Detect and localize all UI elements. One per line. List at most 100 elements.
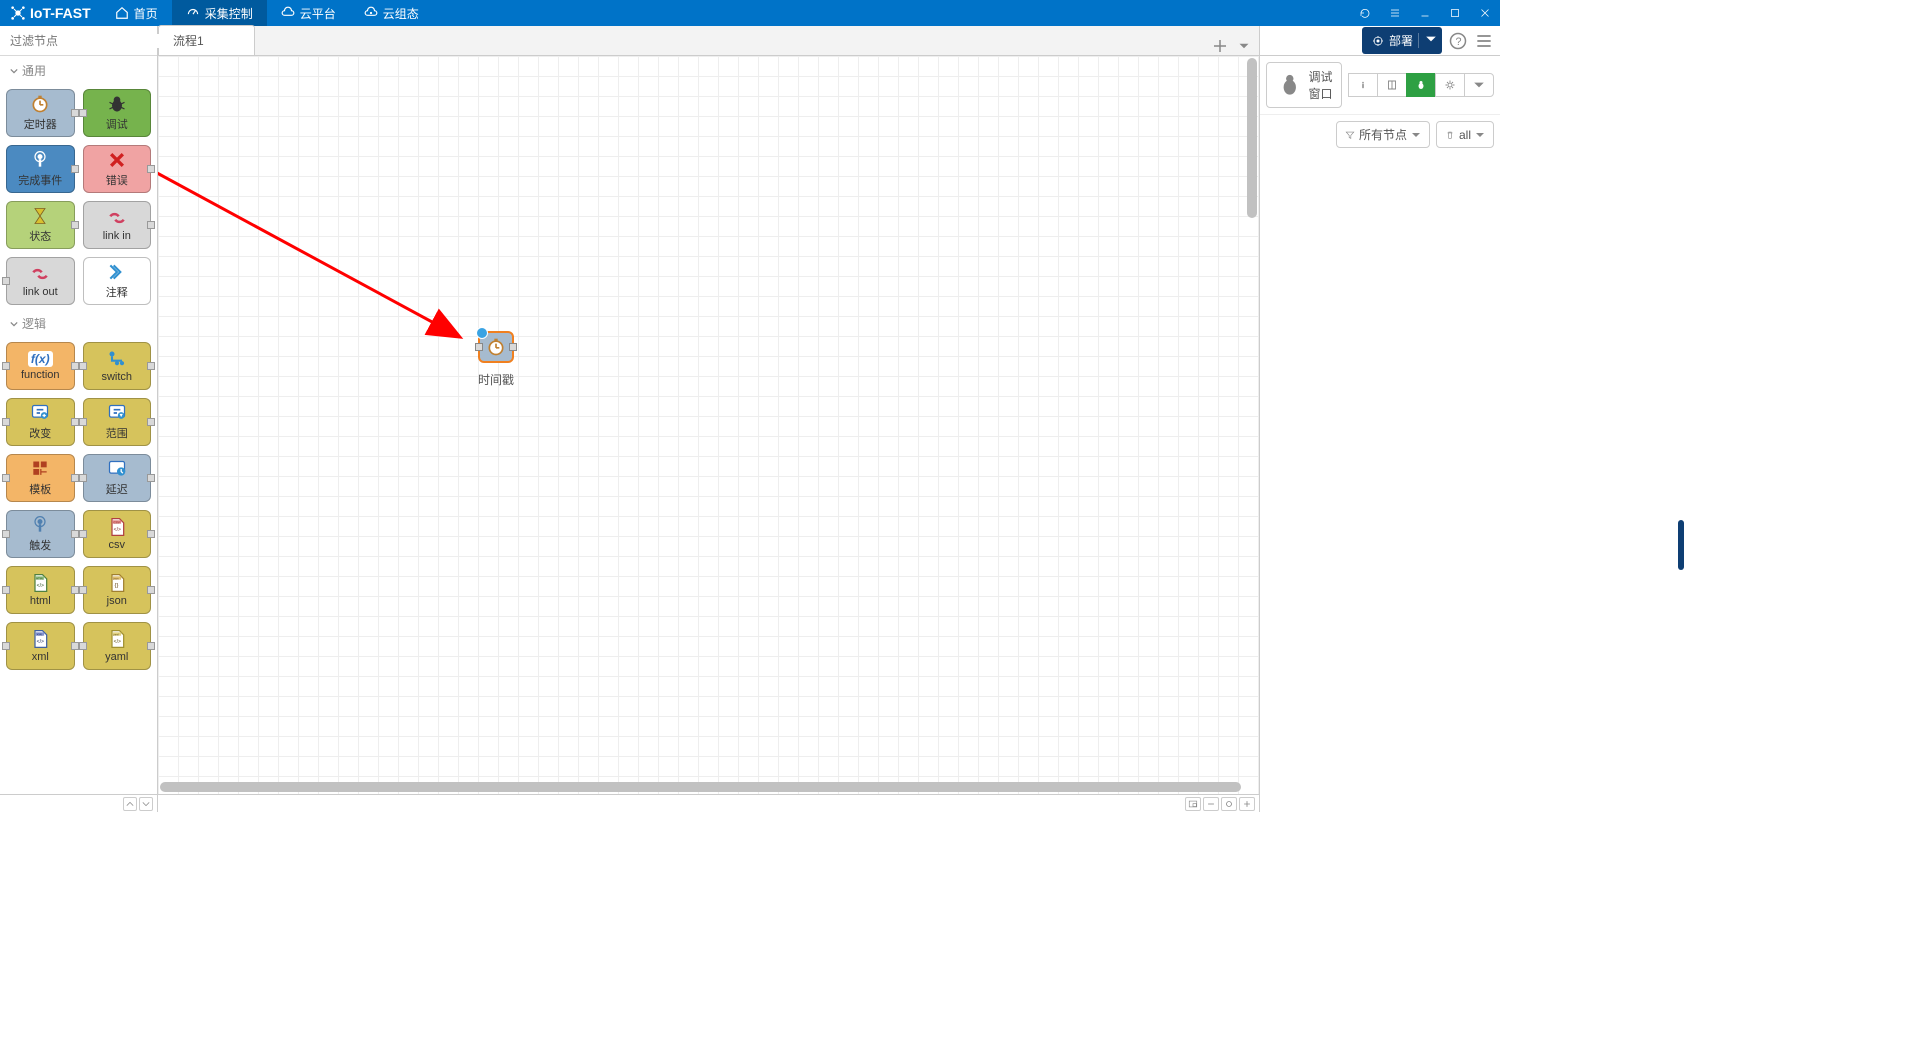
close-icon (1479, 7, 1491, 19)
node-xml[interactable]: XML</>xml (6, 622, 75, 670)
app-logo: IoT-FAST (0, 5, 101, 21)
help-button[interactable]: ? (1448, 31, 1468, 51)
svg-text:</>: </> (113, 527, 120, 533)
deploy-icon (1372, 35, 1384, 47)
canvas-scrollbar-horizontal[interactable] (160, 782, 1241, 792)
menu-cloud[interactable]: 云平台 (267, 0, 350, 26)
bug-icon (1415, 79, 1427, 91)
deploy-button[interactable]: 部署 (1362, 27, 1442, 54)
canvas-node-label: 时间戳 (478, 371, 514, 388)
close-button[interactable] (1470, 0, 1500, 26)
sidebar-resize-handle[interactable] (1678, 520, 1684, 570)
deploy-caret[interactable] (1418, 33, 1432, 48)
menu-collect[interactable]: 采集控制 (172, 0, 267, 26)
node-range[interactable]: 范围 (83, 398, 152, 446)
sidebar-tab-info[interactable] (1348, 73, 1377, 97)
category-common-label: 通用 (22, 62, 46, 79)
palette-search[interactable] (0, 26, 157, 56)
tab-flow1[interactable]: 流程1 (158, 25, 255, 55)
node-switch[interactable]: switch (83, 342, 152, 390)
category-logic[interactable]: 逻辑 (0, 309, 157, 338)
trigger-icon (30, 515, 50, 535)
sidebar-tab-help[interactable] (1377, 73, 1406, 97)
cloud-group-icon (364, 6, 378, 20)
node-template[interactable]: 模板 (6, 454, 75, 502)
node-complete[interactable]: 完成事件 (6, 145, 75, 193)
deploy-label: 部署 (1389, 32, 1413, 49)
node-status[interactable]: 状态 (6, 201, 75, 249)
sidebar-tab-config[interactable] (1435, 73, 1464, 97)
node-delay[interactable]: 延迟 (83, 454, 152, 502)
navigator-button[interactable] (1185, 797, 1201, 811)
change-icon (30, 403, 50, 423)
node-yaml[interactable]: yaml</>yaml (83, 622, 152, 670)
touch-icon (30, 150, 50, 170)
minimize-button[interactable] (1410, 0, 1440, 26)
node-csv[interactable]: CSV</>csv (83, 510, 152, 558)
caret-down-icon (1425, 33, 1437, 45)
node-timer[interactable]: 定时器 (6, 89, 75, 137)
chevron-down-icon (10, 67, 18, 75)
right-sidebar: 部署 ? 调试窗口 所有节点 all (1260, 26, 1500, 812)
sidebar-tab-debug[interactable] (1406, 73, 1435, 97)
palette-search-input[interactable] (10, 34, 165, 48)
node-html[interactable]: HTML</>html (6, 566, 75, 614)
caret-up-icon (126, 800, 134, 808)
menu-home-label: 首页 (134, 5, 158, 22)
info-icon (1357, 79, 1369, 91)
canvas-node-timestamp[interactable]: 时间戳 (478, 331, 514, 363)
category-common[interactable]: 通用 (0, 56, 157, 85)
menu-cloudgroup-label: 云组态 (383, 5, 419, 22)
json-icon: json{} (107, 573, 127, 593)
menu-icon (1474, 31, 1494, 51)
node-json[interactable]: json{}json (83, 566, 152, 614)
refresh-button[interactable] (1350, 0, 1380, 26)
clock-icon (30, 94, 50, 114)
plus-icon (1242, 799, 1252, 809)
cloud-icon (281, 6, 295, 20)
menu-cloud-label: 云平台 (300, 5, 336, 22)
tab-menu-button[interactable] (1235, 37, 1253, 55)
chevron-down-icon (10, 320, 18, 328)
settings-button[interactable] (1380, 0, 1410, 26)
node-link-in[interactable]: link in (83, 201, 152, 249)
node-comment[interactable]: 注释 (83, 257, 152, 305)
maximize-button[interactable] (1440, 0, 1470, 26)
top-menu-bar: IoT-FAST 首页 采集控制 云平台 云组态 (0, 0, 1500, 26)
filter-nodes-button[interactable]: 所有节点 (1336, 121, 1430, 148)
sidebar-tab-more[interactable] (1464, 73, 1494, 97)
workspace: 流程1 时间戳 (158, 26, 1260, 812)
svg-text:</>: </> (37, 583, 44, 589)
node-debug[interactable]: 调试 (83, 89, 152, 137)
debug-window-tab[interactable]: 调试窗口 (1266, 62, 1342, 108)
book-icon (1386, 79, 1398, 91)
zoom-in-button[interactable] (1239, 797, 1255, 811)
hourglass-icon (30, 206, 50, 226)
svg-text:</>: </> (37, 639, 44, 645)
svg-text:XML: XML (37, 632, 43, 636)
sidebar-menu-button[interactable] (1474, 31, 1494, 51)
caret-down-icon (1473, 79, 1485, 91)
palette-down-button[interactable] (139, 797, 153, 811)
node-error[interactable]: 错误 (83, 145, 152, 193)
node-trigger[interactable]: 触发 (6, 510, 75, 558)
menu-cloudgroup[interactable]: 云组态 (350, 0, 433, 26)
delay-icon (107, 459, 127, 479)
zoom-out-button[interactable] (1203, 797, 1219, 811)
palette: 通用 定时器 调试 完成事件 错误 状态 link in link out 注释… (0, 26, 158, 812)
flow-canvas[interactable]: 时间戳 (158, 56, 1259, 794)
menu-icon (1389, 7, 1401, 19)
error-icon (107, 150, 127, 170)
zoom-reset-button[interactable] (1221, 797, 1237, 811)
xml-icon: XML </> (30, 629, 50, 649)
svg-text:HTML: HTML (37, 576, 45, 580)
node-function[interactable]: f(x)function (6, 342, 75, 390)
palette-up-button[interactable] (123, 797, 137, 811)
clear-debug-button[interactable]: all (1436, 121, 1494, 148)
html-icon: HTML </> (30, 573, 50, 593)
menu-home[interactable]: 首页 (101, 0, 172, 26)
canvas-scrollbar-vertical[interactable] (1247, 58, 1257, 218)
node-change[interactable]: 改变 (6, 398, 75, 446)
node-link-out[interactable]: link out (6, 257, 75, 305)
add-tab-button[interactable] (1211, 37, 1229, 55)
